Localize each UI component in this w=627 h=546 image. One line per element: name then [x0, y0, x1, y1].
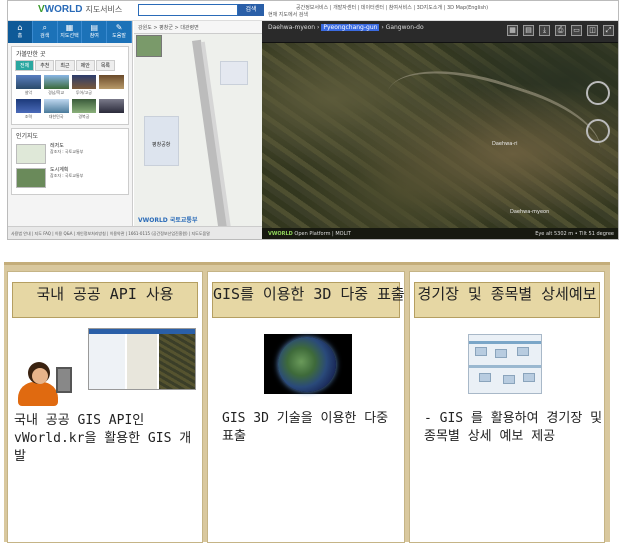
map-place-label: 평창공항 — [152, 142, 171, 148]
popular-thumbnails: 설악 경남/학교 투어/고궁 조력 대한민국 경복궁 — [12, 71, 128, 124]
top-bar: VWORLD 지도서비스 검색 현재 지도에서 검색 공간정보서비스 | 개발자센… — [8, 1, 618, 21]
feature-panel-forecast: 경기장 및 종목별 상세예보 - GIS 를 활용하여 경기장 및 종목별 상세… — [409, 271, 605, 543]
panel-description: 국내 공공 GIS API인 vWorld.kr을 활용한 GIS 개발 — [14, 413, 192, 464]
left-menu: ⌂ 홈 ⌕ 검색 ▦ 지도선택 ▤ 참여 ✎ 도움말 — [8, 21, 132, 43]
split-icon[interactable]: ◫ — [587, 25, 598, 36]
panel-description: GIS 3D 기술을 이용한 다중 표출 — [222, 411, 389, 444]
vworld-mini-screenshot — [88, 328, 196, 390]
thematic-maps-title: 인기지도 — [16, 133, 39, 140]
layers-icon[interactable]: ▤ — [523, 25, 534, 36]
thumb-item[interactable]: 설악 — [16, 75, 41, 96]
thumb-item[interactable]: 경복궁 — [71, 99, 97, 120]
thumb-item[interactable]: 투어/고궁 — [71, 75, 97, 96]
layer-icon: ▤ — [90, 23, 99, 32]
eye-altitude: Eye alt 5302 m • Tilt 51 degree — [535, 231, 614, 237]
map-3d-label: Daehwa-myeon — [510, 209, 550, 215]
list-item[interactable]: 도시계획 참조자 : 국토교통부 — [16, 168, 124, 188]
map-3d-breadcrumb[interactable]: Daehwa-myeon › Pyeongchang-gun › Gangwon… — [268, 24, 424, 31]
feature-panel-3d: GIS를 이용한 3D 다중 표출 GIS 3D 기술을 이용한 다중 표출 — [207, 271, 405, 543]
thumb-item[interactable]: 대한민국 — [43, 99, 69, 120]
search-option-checkbox[interactable]: 현재 지도에서 검색 — [268, 11, 308, 18]
tab-all[interactable]: 전체 — [15, 60, 35, 71]
feature-panel-public-api: 국내 공공 API 사용 국내 공공 GIS API인 vWorld.kr을 활… — [7, 271, 203, 543]
map-2d-view[interactable]: 강원도 > 평창군 > 대관령면 평창공항 VWORLD 국토교통부 — [134, 21, 262, 226]
developer-icon — [18, 362, 72, 406]
thematic-maps-box: 인기지도 레저도 참조자 : 국토교통부 도시계획 참조자 : 국토교통부 — [11, 128, 129, 195]
list-item[interactable]: 레저도 참조자 : 국토교통부 — [16, 144, 124, 164]
map-3d-tools: ▦ ▤ ⤓ ⎙ ▭ ◫ ⤢ — [507, 25, 614, 36]
panel-description: - GIS 를 활용하여 경기장 및 종목별 상세 예보 제공 — [424, 411, 603, 444]
window-icon[interactable]: ▭ — [571, 25, 582, 36]
top-nav[interactable]: 공간정보서비스 | 개발자센터 | 데이터센터 | 참여서비스 | 3D지도소개… — [296, 4, 488, 11]
panel-header: 국내 공공 API 사용 — [12, 282, 198, 318]
search-icon: ⌕ — [42, 23, 47, 32]
map-2d-breadcrumb[interactable]: 강원도 > 평창군 > 대관령면 — [134, 21, 262, 34]
thumb-item[interactable] — [99, 99, 124, 120]
thumb-item[interactable]: 조력 — [16, 99, 41, 120]
vworld-screenshot: VWORLD 지도서비스 검색 현재 지도에서 검색 공간정보서비스 | 개발자센… — [7, 0, 619, 240]
map-3d-toolbar: Daehwa-myeon › Pyeongchang-gun › Gangwon… — [262, 21, 618, 43]
thumb-item[interactable]: 경남/학교 — [43, 75, 69, 96]
tab-suggest[interactable]: 제안 — [75, 60, 95, 71]
fullscreen-icon[interactable]: ⤢ — [603, 25, 614, 36]
menu-map-select[interactable]: ▦ 지도선택 — [58, 21, 83, 43]
forecast-diagram-image — [468, 334, 542, 394]
tools-icon: ✎ — [115, 23, 123, 32]
grid-icon[interactable]: ▦ — [507, 25, 518, 36]
search-input[interactable] — [138, 4, 238, 16]
popular-places-title: 가볼만한 곳 — [16, 51, 46, 58]
search-button[interactable]: 검색 — [238, 4, 264, 16]
menu-search[interactable]: ⌕ 검색 — [33, 21, 58, 43]
left-panel: ⌂ 홈 ⌕ 검색 ▦ 지도선택 ▤ 참여 ✎ 도움말 가볼만한 곳 전체 추천 최근 제안… — [8, 21, 133, 226]
home-icon: ⌂ — [17, 23, 23, 32]
thumb-item[interactable] — [99, 75, 124, 96]
vworld-logo[interactable]: VWORLD 지도서비스 — [38, 4, 122, 15]
map-2d-brand: VWORLD 국토교통부 — [138, 217, 198, 224]
tab-recommended[interactable]: 추천 — [35, 60, 55, 71]
download-icon[interactable]: ⤓ — [539, 25, 550, 36]
map-icon: ▦ — [65, 23, 74, 32]
navigation-compass-icon[interactable] — [586, 81, 610, 105]
popular-places-box: 가볼만한 곳 전체 추천 최근 제안 목록 설악 경남/학교 투어/고궁 조력 … — [11, 46, 129, 125]
popular-tabs: 전체 추천 최근 제안 목록 — [12, 60, 128, 71]
menu-help[interactable]: ✎ 도움말 — [107, 21, 132, 43]
tab-recent[interactable]: 최근 — [55, 60, 75, 71]
panel-header: 경기장 및 종목별 상세예보 — [414, 282, 600, 318]
zoom-control-icon[interactable] — [586, 119, 610, 143]
map-3d-footer: VWORLD Open Platform | MOLIT Eye alt 530… — [262, 228, 618, 239]
status-bar[interactable]: 사용법 안내 | 지도 FAQ | 이용 Q&A | 개인정보처리방침 | 이용… — [8, 226, 262, 239]
feature-frame: 국내 공공 API 사용 국내 공공 GIS API인 vWorld.kr을 활… — [4, 262, 610, 543]
overview-inset[interactable] — [136, 35, 162, 57]
globe-image — [264, 334, 352, 394]
map-3d-view[interactable]: Daehwa-myeon › Pyeongchang-gun › Gangwon… — [262, 21, 618, 239]
print-icon[interactable]: ⎙ — [555, 25, 566, 36]
menu-home[interactable]: ⌂ 홈 — [8, 21, 33, 43]
panel-header: GIS를 이용한 3D 다중 표출 — [212, 282, 405, 318]
tab-list[interactable]: 목록 — [95, 60, 116, 71]
map-3d-label: Daehwa-ri — [492, 141, 518, 147]
menu-participate[interactable]: ▤ 참여 — [82, 21, 108, 43]
